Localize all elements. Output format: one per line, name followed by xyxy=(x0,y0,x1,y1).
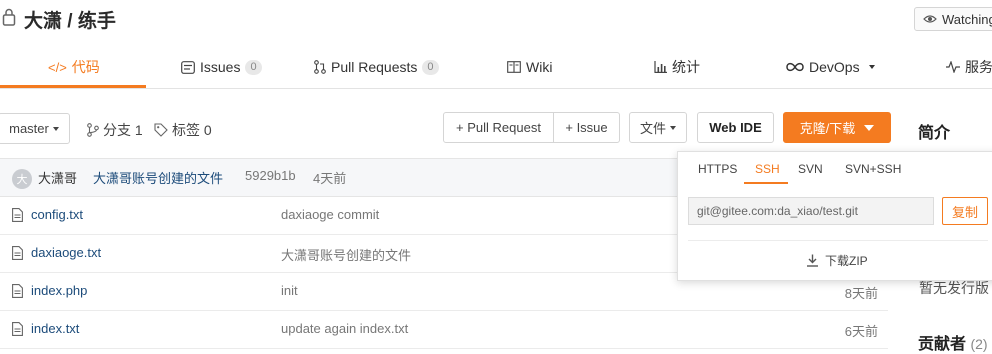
file-commit-message[interactable]: update again index.txt xyxy=(281,321,408,336)
divider xyxy=(688,240,988,241)
pulse-icon xyxy=(946,61,960,73)
chevron-down-icon xyxy=(864,124,875,131)
repo-tabs: </> 代码 Issues 0 Pull Requests 0 Wiki 统计 … xyxy=(0,48,992,89)
clone-tab-indicator xyxy=(744,182,788,184)
file-time: 8天前 xyxy=(844,286,878,301)
tab-label: 统计 xyxy=(672,59,700,75)
tab-wiki[interactable]: Wiki xyxy=(507,48,552,86)
tab-issues[interactable]: Issues 0 xyxy=(181,48,262,86)
tab-pull-requests[interactable]: Pull Requests 0 xyxy=(314,48,439,86)
file-commit-message[interactable]: init xyxy=(281,283,298,298)
chevron-down-icon xyxy=(868,65,875,69)
chevron-down-icon xyxy=(52,126,59,131)
tab-label: 服务 xyxy=(965,59,992,75)
new-issue-button[interactable]: + Issue xyxy=(553,112,620,143)
clone-download-label: 克隆/下载 xyxy=(799,121,856,136)
issues-icon xyxy=(181,60,195,74)
watch-label: Watching xyxy=(942,11,992,27)
eye-icon xyxy=(923,15,937,23)
pull-request-icon xyxy=(314,60,326,74)
contributors-count: (2) xyxy=(970,336,988,352)
bar-chart-icon xyxy=(654,61,667,73)
clone-download-button[interactable]: 克隆/下载 xyxy=(783,112,891,143)
tag-icon xyxy=(154,123,168,137)
file-name[interactable]: config.txt xyxy=(31,207,83,222)
file-name[interactable]: daxiaoge.txt xyxy=(31,245,101,260)
tab-label: 代码 xyxy=(71,59,100,75)
tab-label: Issues xyxy=(200,59,241,75)
download-icon xyxy=(807,254,818,267)
table-row[interactable]: index.txt update again index.txt 6天前 xyxy=(0,310,888,349)
contributors-heading: 贡献者 (2) xyxy=(918,330,988,354)
copy-button[interactable]: 复制 xyxy=(942,197,988,225)
branch-select[interactable]: master xyxy=(0,113,70,144)
intro-heading: 简介 xyxy=(918,125,951,142)
file-commit-message[interactable]: 大潇哥账号创建的文件 xyxy=(281,245,411,264)
commit-hash[interactable]: 5929b1b xyxy=(245,168,296,183)
tab-label: Pull Requests xyxy=(331,59,418,75)
file-icon xyxy=(12,208,23,222)
commit-time: 4天前 xyxy=(313,171,347,186)
tab-services[interactable]: 服务 xyxy=(946,48,992,86)
contributors-label: 贡献者 xyxy=(918,336,967,353)
new-pull-request-button[interactable]: + Pull Request xyxy=(443,112,554,143)
file-name[interactable]: index.php xyxy=(31,283,87,298)
avatar[interactable]: 大 xyxy=(12,169,32,189)
tags-link[interactable]: 标签 0 xyxy=(154,120,212,140)
tab-label: DevOps xyxy=(809,59,860,75)
file-time: 6天前 xyxy=(844,324,878,339)
tab-stats[interactable]: 统计 xyxy=(654,48,700,86)
file-commit-message[interactable]: daxiaoge commit xyxy=(281,207,379,222)
active-tab-indicator xyxy=(0,85,146,88)
tab-label: Wiki xyxy=(526,59,553,75)
commit-message[interactable]: 大潇哥账号创建的文件 xyxy=(93,168,223,187)
file-icon xyxy=(12,284,23,298)
file-name[interactable]: index.txt xyxy=(31,321,79,336)
repo-title[interactable]: 大潇 / 练手 xyxy=(24,6,116,33)
clone-tab-svn[interactable]: SVN xyxy=(798,162,823,176)
tags-label: 标签 0 xyxy=(172,122,212,138)
watch-button[interactable]: Watching xyxy=(914,7,992,31)
branch-icon xyxy=(87,123,99,137)
download-zip-label: 下载ZIP xyxy=(825,254,868,268)
download-zip-link[interactable]: 下载ZIP xyxy=(806,252,868,269)
release-status: 暂无发行版 xyxy=(919,280,989,296)
clone-tab-ssh[interactable]: SSH xyxy=(755,162,780,176)
pr-count-badge: 0 xyxy=(422,59,439,75)
tab-devops[interactable]: DevOps xyxy=(786,48,875,86)
commit-author[interactable]: 大潇哥 xyxy=(38,168,77,187)
file-menu-label: 文件 xyxy=(639,121,666,136)
book-icon xyxy=(507,61,521,73)
infinity-icon xyxy=(786,62,804,72)
file-menu-button[interactable]: 文件 xyxy=(629,112,687,143)
clone-url-input[interactable] xyxy=(688,197,934,225)
tab-code[interactable]: </> 代码 xyxy=(48,48,100,86)
branches-label: 分支 1 xyxy=(103,122,143,138)
clone-tab-svn-ssh[interactable]: SVN+SSH xyxy=(845,162,901,176)
web-ide-button[interactable]: Web IDE xyxy=(697,112,774,143)
clone-tab-https[interactable]: HTTPS xyxy=(698,162,737,176)
issues-count-badge: 0 xyxy=(245,59,262,75)
chevron-down-icon xyxy=(670,125,676,130)
code-icon: </> xyxy=(48,59,67,75)
file-icon xyxy=(12,322,23,336)
branches-link[interactable]: 分支 1 xyxy=(87,120,143,140)
lock-icon xyxy=(2,8,16,26)
file-icon xyxy=(12,246,23,260)
branch-select-label: master xyxy=(9,121,49,136)
clone-dropdown: HTTPS SSH SVN SVN+SSH 复制 下载ZIP xyxy=(677,151,992,281)
